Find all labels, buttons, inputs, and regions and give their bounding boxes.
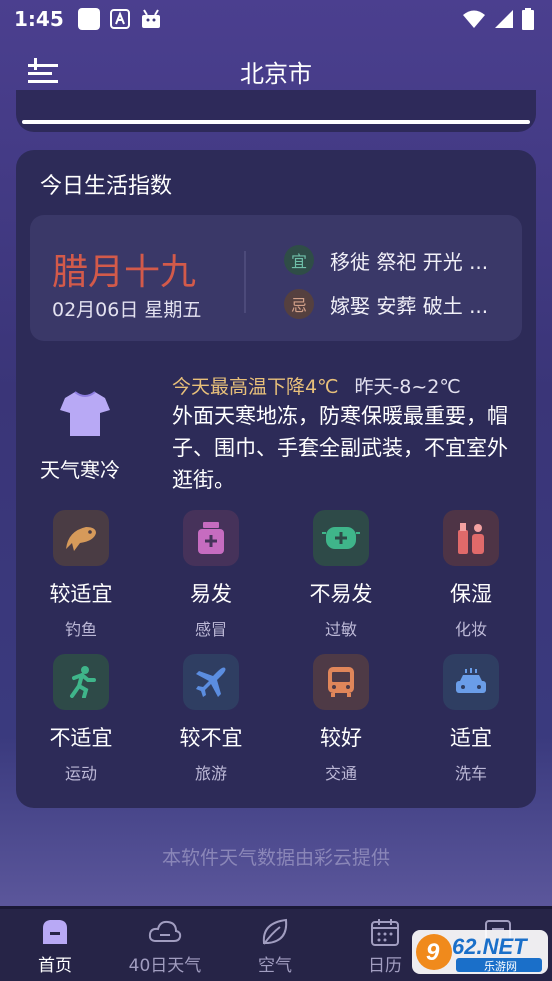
almanac-ji-row: 忌 嫁娶 安葬 破土 ...: [284, 289, 488, 319]
almanac-yi-row: 宜 移徙 祭祀 开光 ...: [284, 245, 488, 275]
card-divider: [22, 120, 530, 124]
index-item-fishing[interactable]: 较适宜 钓鱼: [16, 510, 146, 640]
home-icon: [43, 920, 67, 944]
mask-icon: [313, 510, 369, 566]
cosmetics-icon: [443, 510, 499, 566]
status-time: 1:45: [14, 7, 64, 31]
battery-icon: [522, 8, 534, 30]
previous-card-bottom: [16, 90, 536, 132]
svg-text:9: 9: [426, 939, 440, 966]
city-title[interactable]: 北京市: [0, 54, 552, 89]
index-item-cold[interactable]: 易发 感冒: [146, 510, 276, 640]
bus-icon: [313, 654, 369, 710]
medicine-icon: [183, 510, 239, 566]
yi-text: 移徙 祭祀 开光 ...: [330, 249, 489, 274]
tab-home[interactable]: 首页: [0, 917, 110, 976]
calendar-icon: [371, 919, 399, 946]
index-value: 不适宜: [49, 726, 113, 750]
almanac-panel[interactable]: 腊月十九 02月06日 星期五 宜 移徙 祭祀 开光 ... 忌 嫁娶 安葬 破…: [30, 215, 522, 341]
system-icons: [462, 8, 534, 30]
airplane-icon: [183, 654, 239, 710]
index-item-travel[interactable]: 较不宜 旅游: [146, 654, 276, 784]
cloud-icon: [148, 920, 182, 942]
card-title: 今日生活指数: [40, 174, 173, 199]
tab-40-day-weather[interactable]: 40日天气: [110, 917, 220, 976]
data-source-note: 本软件天气数据由彩云提供: [161, 847, 390, 869]
temperature-headline: 今天最高温下降4℃: [172, 376, 339, 398]
yesterday-temperature: 昨天-8~2℃: [354, 376, 461, 398]
ji-text: 嫁娶 安葬 破土 ...: [330, 293, 489, 318]
tab-label: 40日天气: [128, 956, 202, 976]
status-bar: 1:45: [0, 0, 552, 38]
running-icon: [53, 654, 109, 710]
notification-a-icon: [109, 9, 130, 29]
index-name: 旅游: [194, 764, 227, 783]
life-index-card: 今日生活指数 腊月十九 02月06日 星期五 宜 移徙 祭祀 开光 ... 忌 …: [16, 150, 536, 808]
index-value: 易发: [190, 582, 232, 606]
solar-date: 02月06日 星期五: [52, 299, 202, 321]
tab-label: 空气: [258, 956, 292, 976]
fish-icon: [53, 510, 109, 566]
index-name: 过敏: [324, 620, 357, 639]
tab-air[interactable]: 空气: [220, 917, 330, 976]
svg-text:62.NET: 62.NET: [452, 934, 528, 959]
yi-badge: 宜: [284, 245, 314, 275]
index-item-makeup[interactable]: 保湿 化妆: [406, 510, 536, 640]
lunar-date: 腊月十九: [52, 252, 197, 293]
wifi-icon: [463, 10, 485, 28]
svg-text:乐游网: 乐游网: [484, 960, 517, 973]
tab-label: 首页: [38, 956, 72, 976]
index-name: 运动: [64, 764, 97, 783]
temperature-change: 今天最高温下降4℃ 昨天-8~2℃: [172, 372, 461, 399]
index-name: 洗车: [454, 764, 487, 783]
index-item-allergy[interactable]: 不易发 过敏: [276, 510, 406, 640]
leaf-icon: [262, 918, 288, 945]
notification-android-icon: [141, 9, 160, 28]
index-item-car-wash[interactable]: 适宜 洗车: [406, 654, 536, 784]
index-value: 不易发: [309, 582, 373, 606]
weather-label: 天气寒冷: [40, 458, 120, 482]
almanac-divider: [244, 251, 246, 313]
notification-square-icon: [77, 8, 100, 30]
index-value: 较适宜: [49, 582, 113, 606]
index-name: 钓鱼: [64, 620, 97, 639]
index-value: 较好: [320, 726, 362, 750]
notification-icons: [77, 8, 162, 30]
shirt-icon: [60, 391, 110, 436]
weather-advice: 外面天寒地冻，防寒保暖最重要，帽子、围巾、手套全副武装，不宜室外逛街。: [172, 404, 508, 492]
index-value: 适宜: [450, 726, 492, 750]
car-icon: [443, 654, 499, 710]
ji-badge: 忌: [284, 289, 314, 319]
index-value: 较不宜: [179, 726, 243, 750]
index-item-sport[interactable]: 不适宜 运动: [16, 654, 146, 784]
signal-icon: [495, 10, 513, 28]
index-name: 交通: [324, 764, 357, 783]
index-value: 保湿: [450, 582, 492, 606]
watermark-logo: 9 62.NET 乐游网: [412, 930, 548, 974]
index-item-traffic[interactable]: 较好 交通: [276, 654, 406, 784]
index-name: 化妆: [454, 620, 487, 639]
index-name: 感冒: [194, 620, 227, 639]
